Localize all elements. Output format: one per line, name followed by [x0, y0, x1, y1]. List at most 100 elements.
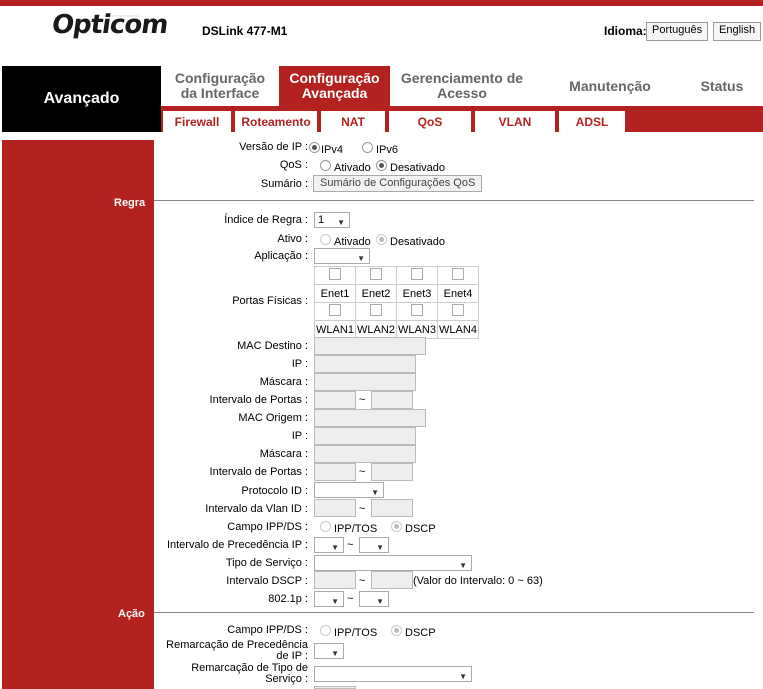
vlan-id-fim-field[interactable]: [371, 499, 413, 517]
p8021-label: 802.1p :: [268, 593, 308, 605]
wlan1-label: WLAN1: [314, 320, 356, 339]
opticom-logo: Opticom ___________: [49, 10, 170, 40]
dscp-inicio-field[interactable]: [314, 571, 356, 589]
qos-desativado-radio[interactable]: [376, 160, 387, 171]
portuguese-button[interactable]: Português: [646, 22, 709, 41]
english-button[interactable]: English: [713, 22, 762, 41]
subtab-nat[interactable]: NAT: [321, 111, 385, 132]
intervalo-portas-destino-label: Intervalo de Portas :: [209, 394, 308, 406]
chevron-down-icon: ▼: [371, 488, 379, 497]
wlan3-checkbox[interactable]: [411, 304, 423, 316]
chevron-down-icon: ▼: [459, 672, 467, 681]
mascara-destino-label: Máscara :: [259, 376, 308, 388]
protocolo-label: Protocolo ID :: [241, 485, 308, 497]
ipv4-label: IPv4: [321, 144, 344, 156]
porta-origem-fim-field[interactable]: [371, 463, 413, 481]
wlan1-checkbox[interactable]: [329, 304, 341, 316]
device-model: DSLink 477-M1: [202, 24, 288, 38]
ip-origem-field[interactable]: [314, 427, 416, 445]
subtab-roteamento[interactable]: Roteamento: [235, 111, 317, 132]
tipo-servico-label: Tipo de Serviço :: [225, 557, 308, 569]
wlan3-label: WLAN3: [396, 320, 438, 339]
range-separator: ~: [359, 394, 366, 406]
aplicacao-select[interactable]: ▼: [314, 248, 370, 264]
ip-destino-field[interactable]: [314, 355, 416, 373]
range-separator: ~: [347, 539, 354, 551]
acao-ipp-tos-radio[interactable]: [320, 625, 331, 636]
ativo-desativado-radio[interactable]: [376, 234, 387, 245]
enet4-checkbox[interactable]: [452, 268, 464, 280]
language-label: Idioma:: [604, 24, 647, 38]
remarcacao-tipo-servico-select[interactable]: ▼: [314, 666, 472, 682]
precedencia-fim-select[interactable]: ▼: [359, 537, 389, 553]
wlan4-checkbox[interactable]: [452, 304, 464, 316]
rule-index-select[interactable]: 1 ▼: [314, 212, 350, 228]
wlan4-label: WLAN4: [437, 320, 479, 339]
mascara-destino-field[interactable]: [314, 373, 416, 391]
ipv4-radio[interactable]: [309, 142, 320, 153]
acao-section-label: Ação: [118, 608, 145, 620]
enet1-label: Enet1: [314, 284, 356, 303]
remarcacao-precedencia-select[interactable]: ▼: [314, 643, 344, 659]
mascara-origem-label: Máscara :: [259, 448, 308, 460]
porta-destino-inicio-field[interactable]: [314, 391, 356, 409]
porta-destino-fim-field[interactable]: [371, 391, 413, 409]
regra-section-label: Regra: [114, 197, 146, 209]
dscp-fim-field[interactable]: [371, 571, 413, 589]
remarcacao-precedencia-label: Remarcação de Precedência de IP :: [166, 639, 308, 662]
acao-campo-ipp-label: Campo IPP/DS :: [227, 624, 308, 636]
subtab-vlan[interactable]: VLAN: [475, 111, 555, 132]
sumario-label: Sumário :: [260, 178, 308, 190]
chevron-down-icon: ▼: [331, 649, 339, 658]
ativo-ativado-radio[interactable]: [320, 234, 331, 245]
mac-destino-label: MAC Destino :: [237, 340, 308, 352]
rule-index-label: Índice de Regra :: [224, 214, 308, 226]
tab-gerenciamento-acesso[interactable]: Gerenciamento de Acesso: [397, 66, 527, 106]
chevron-down-icon: ▼: [357, 254, 365, 263]
ip-version-label: Versão de IP :: [239, 141, 308, 153]
mac-origem-field[interactable]: [314, 409, 426, 427]
dscp-range-note: (Valor do Intervalo: 0 ~ 63): [413, 575, 543, 587]
qos-ativado-radio[interactable]: [320, 160, 331, 171]
chevron-down-icon: ▼: [331, 543, 339, 552]
tab-configuracao-avancada[interactable]: Configuração Avançada: [279, 66, 390, 106]
wlan2-label: WLAN2: [355, 320, 397, 339]
mac-destino-field[interactable]: [314, 337, 426, 355]
dscp-label: DSCP: [405, 523, 436, 535]
porta-origem-inicio-field[interactable]: [314, 463, 356, 481]
mascara-origem-field[interactable]: [314, 445, 416, 463]
subtab-qos[interactable]: QoS: [389, 111, 471, 132]
vlan-id-inicio-field[interactable]: [314, 499, 356, 517]
ipv6-label: IPv6: [376, 144, 399, 156]
qos-label: QoS :: [279, 159, 308, 171]
tab-status[interactable]: Status: [689, 66, 755, 106]
chevron-down-icon: ▼: [459, 561, 467, 570]
subtab-firewall[interactable]: Firewall: [163, 111, 231, 132]
top-accent-bar: [0, 0, 763, 6]
p8021-inicio-select[interactable]: ▼: [314, 591, 344, 607]
chevron-down-icon: ▼: [376, 543, 384, 552]
enet1-checkbox[interactable]: [329, 268, 341, 280]
acao-dscp-radio[interactable]: [391, 625, 402, 636]
acao-divider: [154, 612, 754, 613]
ipp-tos-radio[interactable]: [320, 521, 331, 532]
tab-configuracao-interface[interactable]: Configuração da Interface: [165, 66, 275, 106]
aplicacao-label: Aplicação :: [254, 250, 308, 262]
tipo-servico-select[interactable]: ▼: [314, 555, 472, 571]
ativo-ativado-label: Ativado: [334, 236, 371, 248]
qos-summary-button[interactable]: Sumário de Configurações QoS: [313, 175, 483, 192]
p8021-fim-select[interactable]: ▼: [359, 591, 389, 607]
protocolo-select[interactable]: ▼: [314, 482, 384, 498]
enet3-checkbox[interactable]: [411, 268, 423, 280]
dscp-radio[interactable]: [391, 521, 402, 532]
wlan2-checkbox[interactable]: [370, 304, 382, 316]
ipv6-radio[interactable]: [362, 142, 373, 153]
tab-manutencao[interactable]: Manutenção: [555, 66, 665, 106]
precedencia-inicio-select[interactable]: ▼: [314, 537, 344, 553]
mac-origem-label: MAC Origem :: [238, 412, 308, 424]
intervalo-portas-origem-label: Intervalo de Portas :: [209, 466, 308, 478]
ativo-label: Ativo :: [277, 233, 308, 245]
subtab-adsl[interactable]: ADSL: [559, 111, 625, 132]
regra-divider: [154, 200, 754, 201]
enet2-checkbox[interactable]: [370, 268, 382, 280]
